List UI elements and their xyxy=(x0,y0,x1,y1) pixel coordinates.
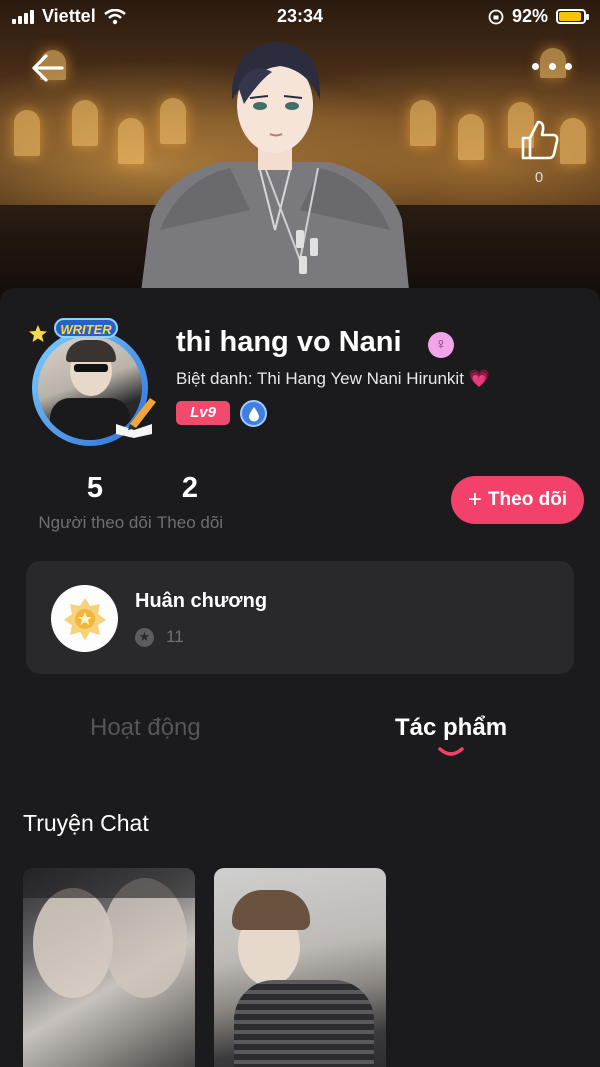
profile-name: thi hang vo Nani xyxy=(176,326,402,358)
medal-icon xyxy=(51,585,118,652)
medal-count-row: ★ 11 xyxy=(135,627,184,647)
followers-label: Người theo dõi xyxy=(38,513,152,532)
profile-cover: Viettel 23:34 92% 0 xyxy=(0,0,600,300)
section-title: Truyện Chat xyxy=(23,810,149,836)
tab-works[interactable]: Tác phẩm xyxy=(395,714,507,742)
medal-card[interactable]: Huân chương ★ 11 xyxy=(26,561,574,674)
active-tab-indicator xyxy=(438,747,464,756)
thumbs-up-icon xyxy=(521,120,559,160)
battery-percent: 92% xyxy=(511,6,548,26)
story-card[interactable] xyxy=(214,868,386,1067)
character-avatar xyxy=(140,42,410,300)
plus-icon: + xyxy=(467,486,482,513)
tab-activity[interactable]: Hoạt động xyxy=(90,714,201,742)
star-mini-icon: ★ xyxy=(135,627,154,647)
following-label: Theo dõi xyxy=(156,513,224,532)
medal-title: Huân chương xyxy=(135,590,268,612)
writer-badge: WRITER xyxy=(54,318,118,338)
follow-button-label: Theo dõi xyxy=(487,489,568,510)
followers-stat[interactable]: 5 Người theo dõi xyxy=(32,472,158,533)
profile-nickname: Biệt danh: Thi Hang Yew Nani Hirunkit 💗 xyxy=(176,369,490,388)
level-badge: Lv9 xyxy=(176,401,230,425)
battery-icon xyxy=(556,9,589,24)
following-count: 2 xyxy=(181,472,199,504)
like-count: 0 xyxy=(534,169,544,186)
followers-count: 5 xyxy=(86,472,104,504)
follow-button[interactable]: + Theo dõi xyxy=(451,476,584,524)
avatar[interactable]: WRITER xyxy=(18,318,160,446)
back-arrow-icon[interactable] xyxy=(30,50,66,86)
star-icon xyxy=(29,325,47,342)
story-card[interactable] xyxy=(23,868,195,1067)
following-stat[interactable]: 2 Theo dõi xyxy=(150,472,230,533)
like-button[interactable]: 0 xyxy=(514,118,564,190)
orientation-lock-icon xyxy=(488,9,504,24)
gender-female-icon: ♀ xyxy=(428,332,454,358)
medal-count: 11 xyxy=(166,627,184,646)
verified-droplet-icon xyxy=(240,400,267,427)
more-dots-icon[interactable] xyxy=(532,56,572,76)
status-bar: Viettel 23:34 92% xyxy=(0,0,600,34)
pen-book-icon xyxy=(116,398,156,438)
